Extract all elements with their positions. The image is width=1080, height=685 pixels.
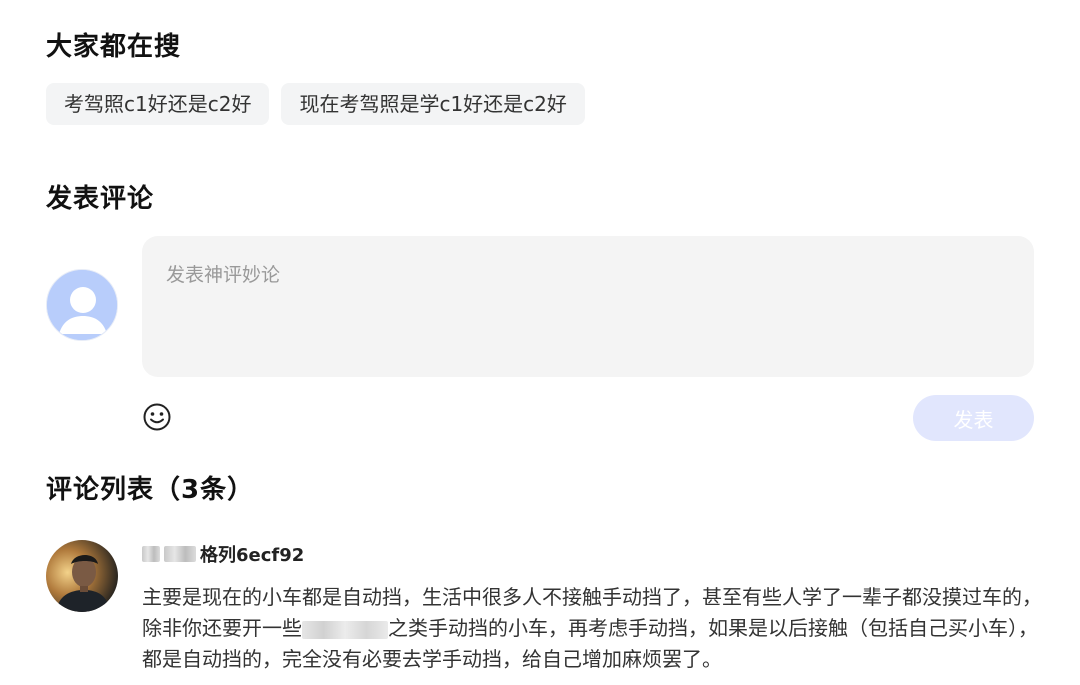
comment-username[interactable]: 格列6ecf92 bbox=[142, 541, 304, 567]
comment-username-text: 格列6ecf92 bbox=[200, 545, 305, 566]
submit-comment-button[interactable]: 发表 bbox=[913, 395, 1034, 441]
comment-list-title: 评论列表（3条） bbox=[46, 475, 255, 505]
comment-input[interactable] bbox=[142, 236, 1034, 377]
hot-search-tag[interactable]: 现在考驾照是学c1好还是c2好 bbox=[281, 83, 585, 125]
blurred-name-part bbox=[164, 546, 196, 562]
hot-search-tag[interactable]: 考驾照c1好还是c2好 bbox=[46, 83, 270, 125]
hot-search-title: 大家都在搜 bbox=[46, 32, 182, 62]
commenter-avatar[interactable] bbox=[46, 540, 118, 612]
comment-text: 主要是现在的小车都是自动挡，生活中很多人不接触手动挡了，甚至有些人学了一辈子都没… bbox=[142, 582, 1042, 675]
current-user-avatar bbox=[46, 269, 118, 341]
default-user-icon bbox=[47, 270, 117, 340]
hot-search-tags: 考驾照c1好还是c2好 现在考驾照是学c1好还是c2好 bbox=[46, 83, 585, 125]
blurred-name-part bbox=[142, 546, 160, 562]
blurred-text bbox=[302, 620, 388, 639]
smiley-face-icon[interactable] bbox=[142, 402, 172, 432]
comment-form-title: 发表评论 bbox=[46, 184, 155, 214]
